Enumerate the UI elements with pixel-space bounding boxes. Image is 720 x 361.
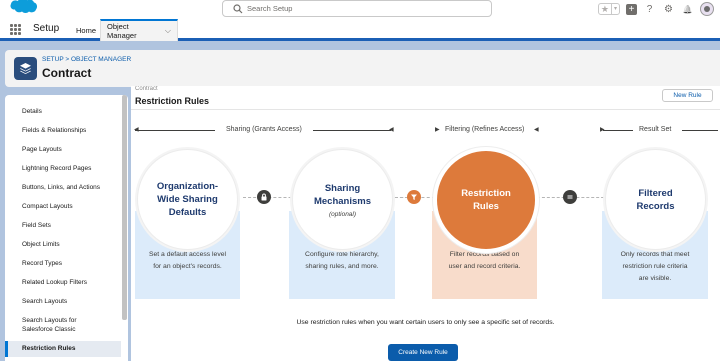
- layers-icon: [14, 57, 37, 80]
- section-line: [313, 130, 391, 131]
- sidebar-item-search-layouts[interactable]: Search Layouts: [5, 297, 121, 306]
- help-icon[interactable]: ?: [643, 3, 656, 16]
- arrow-right-icon: ◀: [389, 127, 394, 133]
- search-icon: [233, 4, 243, 14]
- favorites-button[interactable]: ★ ▾: [597, 3, 620, 15]
- object-sidebar: Details Fields & Relationships Page Layo…: [5, 95, 128, 361]
- step-subtitle: (optional): [328, 210, 357, 218]
- section-label-filtering: Filtering (Refines Access): [445, 126, 525, 133]
- sidebar-item-related-lookup-filters[interactable]: Related Lookup Filters: [5, 278, 121, 287]
- step-title-line: Sharing: [324, 182, 361, 194]
- global-add-icon[interactable]: +: [626, 3, 637, 15]
- step-desc-line: restriction rule criteria: [622, 263, 688, 270]
- filter-icon: [407, 190, 421, 204]
- page-header: SETUP > OBJECT MANAGER Contract: [5, 50, 720, 87]
- sidebar-item-details[interactable]: Details: [5, 107, 121, 116]
- step-title-line: Organization-: [156, 181, 219, 192]
- section-label-result: Result Set: [639, 126, 672, 133]
- step-desc-line: sharing rules, and more.: [305, 263, 379, 270]
- step-desc-line: for an object's records.: [153, 263, 222, 270]
- arrow-left-icon: ◀: [534, 127, 539, 133]
- chevron-down-icon[interactable]: ⌵: [165, 26, 171, 36]
- step-desc-line: Set a default access level: [148, 251, 227, 258]
- equals-icon: [563, 190, 577, 204]
- search-setup-input[interactable]: Search Setup: [222, 0, 492, 17]
- step-circle-org-wide-defaults: Organization- Wide Sharing Defaults: [137, 149, 238, 250]
- section-title: Restriction Rules: [135, 96, 210, 106]
- tab-home-label: Home: [76, 25, 97, 35]
- helper-text: Use restriction rules when you want cert…: [296, 319, 555, 326]
- breadcrumb[interactable]: SETUP > OBJECT MANAGER: [42, 56, 131, 63]
- section-line: [135, 130, 215, 131]
- new-rule-button[interactable]: New Rule: [662, 89, 713, 102]
- step-title-line: Records: [636, 200, 675, 212]
- bell-icon[interactable]: 🔔: [681, 3, 694, 16]
- step-desc-line: Configure role hierarchy,: [305, 251, 379, 258]
- step-circle-sharing-mechanisms: Sharing Mechanisms (optional): [292, 149, 393, 250]
- app-name: Setup: [33, 23, 60, 34]
- step-title-line: Wide Sharing: [157, 194, 218, 205]
- sidebar-item-page-layouts[interactable]: Page Layouts: [5, 145, 121, 154]
- page-title: Contract: [42, 66, 92, 80]
- divider: [131, 109, 720, 110]
- app-launcher-icon[interactable]: [10, 24, 21, 35]
- sidebar-item-record-types[interactable]: Record Types: [5, 259, 121, 268]
- object-label: Contract: [135, 86, 158, 92]
- step-title-line: Defaults: [168, 207, 207, 218]
- avatar[interactable]: [700, 2, 714, 16]
- create-new-rule-button[interactable]: Create New Rule: [388, 344, 458, 361]
- global-header: Search Setup ★ ▾ + ? ⚙ 🔔: [0, 0, 720, 19]
- lock-icon: [257, 190, 271, 204]
- step-title-line: Filtered: [638, 187, 673, 199]
- tab-object-manager[interactable]: Object Manager ⌵: [100, 19, 178, 41]
- sidebar-item-buttons-links-actions[interactable]: Buttons, Links, and Actions: [5, 183, 121, 192]
- step-desc-line: are visible.: [638, 275, 672, 282]
- sidebar-item-restriction-rules[interactable]: Restriction Rules: [5, 341, 121, 357]
- sidebar-item-object-limits[interactable]: Object Limits: [5, 240, 121, 249]
- tab-home[interactable]: Home: [70, 19, 102, 41]
- arrow-right-icon: ▶: [435, 127, 440, 133]
- gear-icon[interactable]: ⚙: [662, 3, 675, 16]
- salesforce-cloud-logo[interactable]: [8, 0, 38, 14]
- chevron-down-icon: ▾: [610, 4, 619, 14]
- search-placeholder: Search Setup: [247, 4, 293, 13]
- sidebar-item-lightning-record-pages[interactable]: Lightning Record Pages: [5, 164, 121, 173]
- step-title-line: Restriction: [461, 188, 511, 199]
- app-nav-bar: Setup Home Object Manager ⌵: [0, 19, 720, 41]
- section-label-sharing: Sharing (Grants Access): [226, 126, 302, 133]
- step-circle-restriction-rules: Restriction Rules: [433, 147, 539, 253]
- step-desc-line: Only records that meet: [620, 251, 690, 258]
- sidebar-item-search-layouts-classic[interactable]: Search Layouts for Salesforce Classic: [5, 316, 105, 334]
- sidebar-item-field-sets[interactable]: Field Sets: [5, 221, 121, 230]
- section-line: [603, 130, 633, 131]
- step-desc-line: user and record criteria.: [448, 263, 521, 270]
- sidebar-scrollbar[interactable]: [122, 95, 127, 320]
- section-line: [682, 130, 718, 131]
- header-utility-icons: ★ ▾ + ? ⚙ 🔔: [597, 1, 714, 17]
- tab-object-manager-label: Object Manager: [107, 22, 137, 40]
- step-title-line: Mechanisms: [313, 195, 372, 207]
- star-icon: ★: [600, 4, 609, 14]
- step-title-line: Rules: [473, 201, 499, 212]
- main-panel: Contract Restriction Rules New Rule ◀ Sh…: [131, 86, 720, 361]
- step-circle-filtered-records: Filtered Records: [605, 149, 706, 250]
- sidebar-item-fields-relationships[interactable]: Fields & Relationships: [5, 126, 121, 135]
- sidebar-item-compact-layouts[interactable]: Compact Layouts: [5, 202, 121, 211]
